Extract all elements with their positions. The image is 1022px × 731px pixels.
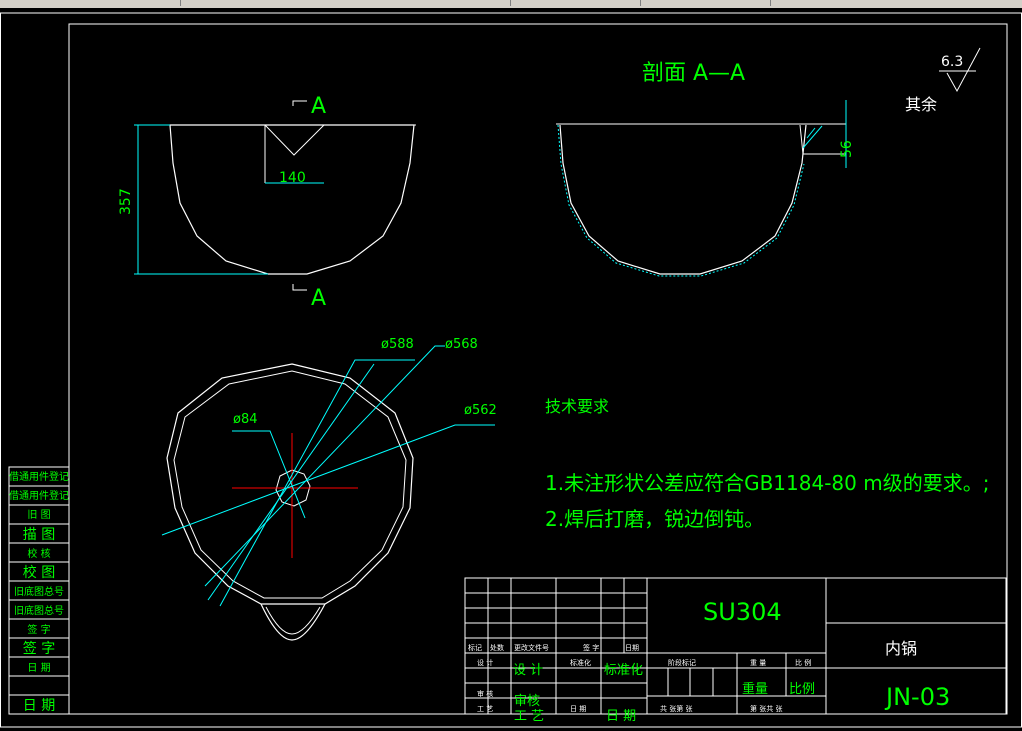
- weight-pen: 重量: [742, 681, 768, 697]
- tech-item-1: 1.未注形状公差应符合GB1184-80 m级的要求。;: [545, 471, 989, 495]
- top-toolbar-strip: [0, 0, 1022, 8]
- toolbar-segment[interactable]: [520, 0, 641, 6]
- plan-view[interactable]: ø588 ø568 ø562 ø84: [161, 337, 497, 641]
- section-mark-bottom: A: [311, 286, 326, 311]
- weight-label: 重 量: [750, 659, 766, 667]
- strip-cell: 描 图: [23, 527, 55, 543]
- dim-rim-height: 56: [839, 140, 855, 158]
- title-block-text: SU304 内锅 JN-03 标记 处数 更改文件号 签 字 日期 设 计 标准…: [468, 598, 950, 724]
- review-label: 审 核: [477, 689, 493, 698]
- drawing-canvas[interactable]: 借通用件登记 借通用件登记 旧 图 描 图 校 核 校 图 旧底图总号 旧底图总…: [0, 8, 1022, 731]
- design-pen: 设 计: [513, 663, 543, 678]
- section-view[interactable]: 剖面 A—A 56: [556, 61, 855, 277]
- std-pen: 标准化: [570, 658, 591, 667]
- strip-cell: 旧底图总号: [14, 585, 64, 598]
- dim-d84: ø84: [233, 412, 258, 427]
- rev-date: 日期: [625, 644, 639, 652]
- std-label: 标准化: [604, 663, 643, 678]
- dim-spout-width: 140: [279, 170, 306, 186]
- sheets-label: 共 张第 张: [660, 704, 692, 713]
- date-pen: 日 期: [606, 709, 636, 724]
- inner-frame: [68, 23, 1008, 715]
- strip-cell: 日 期: [27, 662, 50, 674]
- strip-cell: 旧底图总号: [14, 604, 64, 617]
- strip-cell: 旧 图: [27, 509, 50, 521]
- rev-count: 处数: [490, 643, 504, 652]
- rev-mark: 标记: [468, 643, 482, 652]
- tech-title: 技术要求: [545, 397, 609, 416]
- craft-label: 工 艺: [514, 709, 544, 724]
- rev-doc: 更改文件号: [514, 643, 549, 652]
- strip-cell: 校 图: [23, 564, 55, 581]
- toolbar-segment[interactable]: [0, 0, 181, 6]
- dim-d562: ø562: [464, 403, 497, 418]
- front-view[interactable]: 140 357 A A: [118, 94, 416, 311]
- strip-cell: 借通用件登记: [9, 489, 69, 502]
- material: SU304: [703, 598, 782, 626]
- drawing-number: JN-03: [884, 683, 950, 711]
- design-label: 设 计: [477, 658, 493, 667]
- strip-cell: 借通用件登记: [9, 470, 69, 483]
- scale-label: 比 例: [795, 658, 811, 667]
- date-label: 日 期: [570, 705, 586, 713]
- toolbar-segment[interactable]: [650, 0, 771, 6]
- roughness-label: 其余: [905, 95, 937, 114]
- scale-pen: 比例: [789, 682, 815, 697]
- dim-height: 357: [118, 188, 134, 215]
- roughness-symbol: 6.3 其余: [905, 47, 981, 114]
- part-name: 内锅: [885, 639, 917, 658]
- strip-cell: 签 字: [23, 640, 55, 657]
- dim-d568: ø568: [445, 337, 478, 352]
- side-strip: 借通用件登记 借通用件登记 旧 图 描 图 校 核 校 图 旧底图总号 旧底图总…: [8, 466, 70, 715]
- check-label: 审核: [514, 694, 540, 709]
- process-label: 工 艺: [477, 705, 493, 713]
- section-mark-top: A: [311, 94, 326, 119]
- tech-item-2: 2.焊后打磨，锐边倒钝。: [545, 507, 764, 531]
- strip-cell: 签 字: [27, 623, 50, 636]
- strip-cell: 校 核: [27, 547, 50, 560]
- rev-sign: 签 字: [583, 643, 599, 652]
- dim-d588: ø588: [381, 337, 414, 352]
- strip-cell: 日 期: [23, 698, 55, 714]
- stage-mark: 阶段标记: [668, 658, 696, 667]
- sheets-label-2: 第 张共 张: [750, 704, 782, 713]
- tech-notes: 技术要求 1.未注形状公差应符合GB1184-80 m级的要求。; 2.焊后打磨…: [545, 397, 989, 531]
- roughness-value: 6.3: [941, 54, 963, 70]
- section-title: 剖面 A—A: [642, 61, 745, 86]
- toolbar-segment[interactable]: [190, 0, 511, 6]
